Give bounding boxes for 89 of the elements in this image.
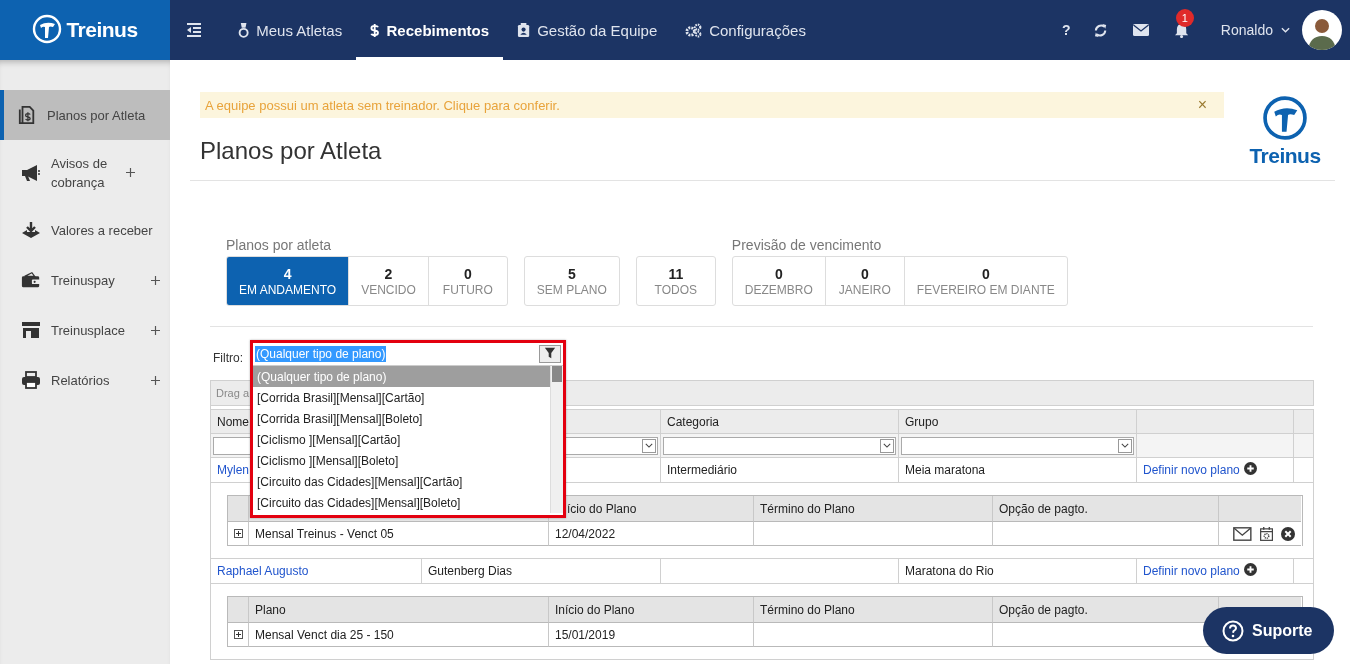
- logo-text: Treinus: [66, 18, 138, 42]
- plus-circle-icon: [1243, 462, 1257, 478]
- dropdown-option[interactable]: [Ciclismo ][Mensal][Cartão]: [253, 429, 550, 450]
- close-icon[interactable]: [1281, 526, 1295, 541]
- sidebar-item[interactable]: Planos por Atleta: [0, 90, 170, 140]
- id-card-icon: [517, 22, 531, 38]
- dollar-icon: [370, 22, 380, 38]
- help-button[interactable]: ?: [1052, 22, 1081, 38]
- help-icon: [1222, 619, 1244, 642]
- sidebar-item[interactable]: Valores a receber: [0, 205, 170, 255]
- stat-button[interactable]: 0 DEZEMBRO: [732, 257, 825, 305]
- plus-icon[interactable]: [151, 375, 160, 385]
- plus-icon[interactable]: [151, 275, 160, 285]
- define-plan-link[interactable]: Definir novo plano: [1143, 563, 1257, 579]
- storefront-icon: [21, 321, 41, 339]
- stat-button[interactable]: 2 VENCIDO: [348, 257, 428, 305]
- close-button[interactable]: ×: [1197, 96, 1219, 114]
- dropdown-option[interactable]: [Circuito das Cidades][Mensal][Cartão]: [253, 471, 550, 492]
- table-cell: 12/04/2022: [549, 522, 754, 546]
- column-header[interactable]: Plano: [249, 597, 549, 623]
- alert-banner[interactable]: A equipe possui um atleta sem treinador. Clique para conferir. ×: [200, 92, 1224, 118]
- table-cell: Mensal Venct dia 25 - 150: [249, 623, 549, 647]
- column-header[interactable]: Opção de pagto.: [993, 597, 1219, 623]
- column-header[interactable]: Opção de pagto.: [993, 496, 1219, 522]
- table-cell: Mensal Treinus - Venct 05: [249, 522, 549, 546]
- nav-tab[interactable]: Recebimentos: [356, 0, 504, 60]
- notification-badge: 1: [1175, 8, 1194, 27]
- logo-text: Treinus: [1249, 144, 1321, 168]
- sidebar-item[interactable]: Avisos de cobrança: [0, 140, 170, 205]
- stat-button[interactable]: 0 FEVEREIRO EM DIANTE: [903, 257, 1067, 305]
- stat-button[interactable]: 0 JANEIRO: [824, 257, 904, 305]
- mail-icon[interactable]: [1233, 526, 1252, 541]
- column-header[interactable]: Término do Plano: [754, 597, 993, 623]
- nav-tab[interactable]: Meus Atletas: [224, 0, 357, 60]
- expand-icon[interactable]: [234, 630, 243, 639]
- gears-icon: [685, 22, 703, 38]
- dropdown-option[interactable]: [Circuito das Cidades][Mensal][Boleto]: [253, 492, 550, 513]
- stat-button[interactable]: 5 SEM PLANO: [524, 257, 619, 305]
- group-label: Planos por atleta: [226, 236, 333, 254]
- plus-icon[interactable]: [126, 168, 135, 177]
- sidebar-item[interactable]: Relatórios: [0, 355, 170, 405]
- column-header[interactable]: Término do Plano: [754, 496, 993, 522]
- stat-button[interactable]: 0 FUTURO: [427, 257, 507, 305]
- dropdown-menu[interactable]: [250, 340, 566, 518]
- document-dollar-icon: [17, 106, 37, 124]
- table-cell: Gutenberg Dias: [422, 559, 661, 584]
- scrollbar[interactable]: [550, 366, 563, 513]
- logo-panel[interactable]: Treinus: [0, 0, 170, 60]
- athlete-link[interactable]: Raphael Augusto: [217, 564, 309, 578]
- caret-icon: [1118, 438, 1132, 453]
- avatar[interactable]: [1302, 10, 1342, 50]
- dropdown-option[interactable]: [Corrida Brasil][Mensal][Boleto]: [253, 408, 550, 429]
- caret-icon: [880, 438, 894, 453]
- dropdown-option[interactable]: [Ciclismo ][Mensal][Boleto]: [253, 450, 550, 471]
- nav-tab[interactable]: Gestão da Equipe: [503, 0, 672, 60]
- chevron-icon: [1281, 27, 1290, 33]
- caret-icon: [642, 438, 656, 453]
- table-cell: [1294, 434, 1314, 458]
- table-cell: Intermediário: [661, 458, 899, 483]
- support-button[interactable]: Suporte: [1203, 607, 1334, 654]
- medal-icon: [238, 22, 250, 38]
- expand-icon[interactable]: [234, 529, 243, 538]
- athlete-link[interactable]: Mylen: [217, 463, 249, 477]
- sidebar-item[interactable]: Treinuspay: [0, 255, 170, 305]
- filter-button[interactable]: [539, 345, 561, 363]
- filter-label: Filtro:: [213, 351, 243, 365]
- dropdown-option[interactable]: [Corrida Brasil][Mensal][Cartão]: [253, 387, 550, 408]
- table-cell: Maratona do Rio: [899, 559, 1137, 584]
- plus-circle-icon: [1243, 563, 1257, 579]
- page-title: Planos por Atleta: [200, 136, 383, 166]
- table-cell: Meia maratona: [899, 458, 1137, 483]
- group-label: Previsão de vencimento: [731, 236, 883, 254]
- column-header[interactable]: ício do Plano: [549, 496, 754, 522]
- column-header[interactable]: Categoria: [661, 409, 899, 434]
- table-cell: 15/01/2019: [549, 623, 754, 647]
- sidebar-item[interactable]: Treinusplace: [0, 305, 170, 355]
- column-header[interactable]: Grupo: [899, 409, 1137, 434]
- column-header[interactable]: Início do Plano: [549, 597, 754, 623]
- nav-tab[interactable]: Configurações: [671, 0, 820, 60]
- megaphone-icon: [21, 163, 41, 182]
- define-plan-link[interactable]: Definir novo plano: [1143, 462, 1257, 478]
- user-menu[interactable]: Ronaldo: [1200, 22, 1302, 38]
- stat-button[interactable]: 4 EM ANDAMENTO: [227, 257, 349, 305]
- download-tray-icon: [21, 221, 41, 239]
- stat-button[interactable]: 11 TODOS: [636, 257, 715, 305]
- calendar-gear-icon[interactable]: [1259, 526, 1273, 541]
- wallet-icon: [21, 271, 41, 289]
- printer-icon: [21, 371, 41, 389]
- plus-icon[interactable]: [151, 325, 160, 335]
